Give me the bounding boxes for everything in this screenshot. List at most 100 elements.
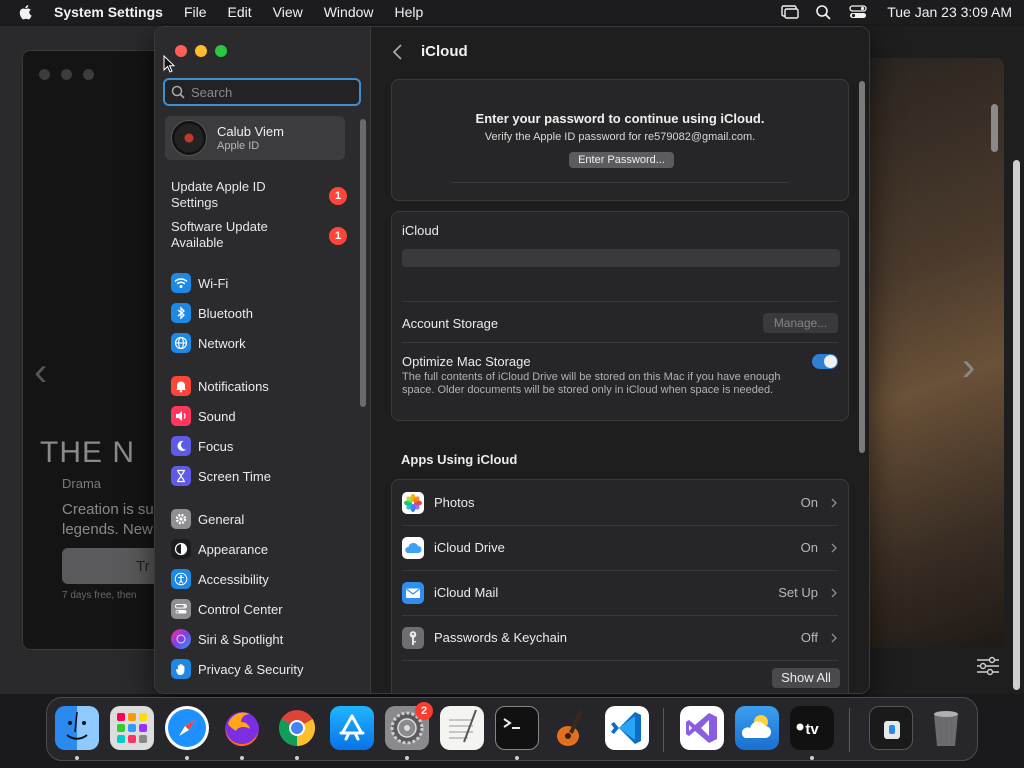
sidebar-item-control-center[interactable]: Control Center bbox=[171, 598, 283, 620]
dock-terminal-icon[interactable] bbox=[495, 706, 539, 750]
menu-file[interactable]: File bbox=[184, 4, 207, 20]
search-icon bbox=[171, 85, 185, 99]
app-row-passwords-keychain[interactable]: Passwords & Keychain Off bbox=[392, 615, 848, 660]
dock-firefox-icon[interactable] bbox=[220, 706, 264, 750]
dock-downloads-stack-icon[interactable] bbox=[869, 706, 913, 750]
hand-icon bbox=[171, 659, 191, 679]
show-all-button[interactable]: Show All bbox=[772, 668, 840, 688]
page-title: iCloud bbox=[421, 43, 468, 60]
app-row-photos[interactable]: Photos On bbox=[392, 480, 848, 525]
notice-update-apple-id[interactable]: Update Apple ID Settings 1 bbox=[171, 179, 347, 211]
system-settings-window: Calub Viem Apple ID Update Apple ID Sett… bbox=[154, 26, 870, 694]
sidebar-item-focus[interactable]: Focus bbox=[171, 435, 233, 457]
sidebar-item-label: Focus bbox=[198, 438, 234, 454]
app-status: On bbox=[800, 540, 818, 555]
sidebar-item-network[interactable]: Network bbox=[171, 332, 246, 354]
dock-vscode-icon[interactable] bbox=[605, 706, 649, 750]
menubar: System Settings File Edit View Window He… bbox=[0, 0, 1024, 24]
app-name: Passwords & Keychain bbox=[434, 630, 567, 645]
bg-traffic-light bbox=[61, 69, 72, 80]
apple-menu-icon[interactable] bbox=[18, 4, 34, 20]
manage-button[interactable]: Manage... bbox=[763, 313, 838, 333]
sidebar-item-wifi[interactable]: Wi-Fi bbox=[171, 272, 228, 294]
back-chevron-icon[interactable] bbox=[391, 43, 405, 61]
account-storage-label: Account Storage bbox=[402, 316, 499, 331]
apple-id-account[interactable]: Calub Viem Apple ID bbox=[165, 116, 345, 160]
bg-movie-title: THE N bbox=[40, 436, 135, 469]
sidebar-item-notifications[interactable]: Notifications bbox=[171, 375, 269, 397]
sidebar-item-label: Screen Time bbox=[198, 468, 271, 484]
avatar bbox=[171, 120, 207, 156]
apps-using-icloud-card: Photos On iCloud Drive On iCloud Mail Se bbox=[391, 479, 849, 693]
bluetooth-icon bbox=[171, 303, 191, 323]
sidebar-item-privacy-security[interactable]: Privacy & Security bbox=[171, 658, 303, 680]
wifi-icon bbox=[171, 273, 191, 293]
dock-separator bbox=[663, 708, 664, 752]
chevron-right-icon bbox=[831, 543, 837, 552]
sidebar-item-accessibility[interactable]: Accessibility bbox=[171, 568, 269, 590]
dock-tv-icon[interactable]: tv bbox=[790, 706, 834, 750]
bell-icon bbox=[171, 376, 191, 396]
sidebar-item-label: General bbox=[198, 511, 245, 527]
icloud-storage-card: iCloud Account Storage Manage... Optimiz… bbox=[391, 211, 849, 421]
dock-safari-icon[interactable] bbox=[165, 706, 209, 750]
bg-chevron-right-icon: › bbox=[962, 345, 976, 389]
spotlight-search-icon[interactable] bbox=[815, 4, 833, 20]
dock-garageband-icon[interactable] bbox=[550, 706, 594, 750]
main-scrollbar[interactable] bbox=[859, 81, 865, 453]
menu-help[interactable]: Help bbox=[395, 4, 424, 20]
sidebar-item-label: Appearance bbox=[198, 541, 269, 557]
search-field[interactable] bbox=[163, 78, 361, 106]
dock-textedit-icon[interactable] bbox=[440, 706, 484, 750]
password-prompt-title: Enter your password to continue using iC… bbox=[475, 111, 765, 126]
sidebar-item-appearance[interactable]: Appearance bbox=[171, 538, 268, 560]
search-input[interactable] bbox=[191, 84, 351, 100]
dock-app-store-icon[interactable] bbox=[330, 706, 374, 750]
control-center-menubar-icon[interactable] bbox=[849, 4, 867, 20]
close-button[interactable] bbox=[175, 45, 187, 57]
running-indicator bbox=[295, 756, 299, 760]
optimize-storage-label: Optimize Mac Storage bbox=[402, 354, 531, 369]
dock-weather-icon[interactable] bbox=[735, 706, 779, 750]
sidebar-item-label: Control Center bbox=[198, 601, 283, 617]
sidebar-item-siri-spotlight[interactable]: Siri & Spotlight bbox=[171, 628, 283, 650]
app-row-icloud-drive[interactable]: iCloud Drive On bbox=[392, 525, 848, 570]
menu-app-name[interactable]: System Settings bbox=[54, 4, 163, 20]
dock-trash-icon[interactable] bbox=[924, 706, 968, 750]
menubar-clock[interactable]: Tue Jan 23 3:09 AM bbox=[887, 4, 1012, 20]
divider bbox=[452, 182, 788, 183]
sidebar-item-bluetooth[interactable]: Bluetooth bbox=[171, 302, 253, 324]
sidebar-item-label: Siri & Spotlight bbox=[198, 631, 284, 647]
app-status: Off bbox=[800, 630, 818, 645]
sidebar-item-screen-time[interactable]: Screen Time bbox=[171, 465, 271, 487]
notice-software-update[interactable]: Software Update Available 1 bbox=[171, 219, 347, 251]
dock-launchpad-icon[interactable] bbox=[110, 706, 154, 750]
dock-chrome-icon[interactable] bbox=[275, 706, 319, 750]
control-center-icon bbox=[171, 599, 191, 619]
zoom-button[interactable] bbox=[215, 45, 227, 57]
bg-trial-text: 7 days free, then bbox=[62, 590, 137, 601]
sidebar-scrollbar[interactable] bbox=[360, 119, 366, 407]
icloud-label: iCloud bbox=[402, 223, 439, 238]
sidebar-item-general[interactable]: General bbox=[171, 508, 244, 530]
dock-finder-icon[interactable] bbox=[55, 706, 99, 750]
chevron-right-icon bbox=[831, 588, 837, 597]
app-status: On bbox=[800, 495, 818, 510]
dock: 2 tv bbox=[46, 697, 978, 761]
enter-password-button[interactable]: Enter Password... bbox=[569, 152, 674, 168]
dock-visual-studio-icon[interactable] bbox=[680, 706, 724, 750]
siri-icon bbox=[171, 629, 191, 649]
menu-edit[interactable]: Edit bbox=[228, 4, 252, 20]
storage-usage-bar bbox=[402, 249, 840, 267]
optimize-storage-toggle[interactable] bbox=[812, 354, 838, 369]
toggle-knob bbox=[824, 355, 837, 368]
sidebar-item-label: Bluetooth bbox=[198, 305, 253, 321]
running-indicator bbox=[240, 756, 244, 760]
minimize-button[interactable] bbox=[195, 45, 207, 57]
app-row-icloud-mail[interactable]: iCloud Mail Set Up bbox=[392, 570, 848, 615]
menu-window[interactable]: Window bbox=[324, 4, 374, 20]
screen-mirroring-icon[interactable] bbox=[781, 4, 799, 20]
menu-view[interactable]: View bbox=[273, 4, 303, 20]
sidebar-item-sound[interactable]: Sound bbox=[171, 405, 236, 427]
app-name: iCloud Mail bbox=[434, 585, 499, 600]
